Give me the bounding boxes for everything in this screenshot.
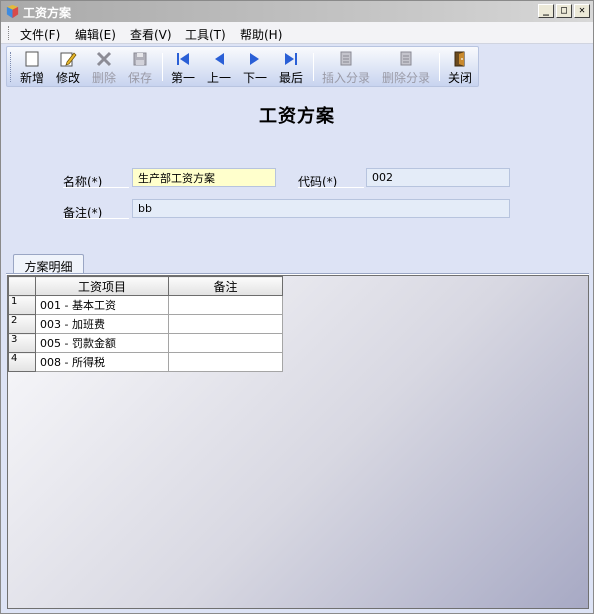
prev-button[interactable]: 上一 <box>204 50 234 86</box>
insert-row-button[interactable]: 插入分录 <box>319 50 373 86</box>
next-icon <box>250 53 259 65</box>
cell-item[interactable]: 003 - 加班费 <box>35 314 169 334</box>
next-button-label: 下一 <box>242 71 267 85</box>
column-header-note[interactable]: 备注 <box>168 276 283 296</box>
next-button[interactable]: 下一 <box>240 50 270 86</box>
menu-bar: 文件(F) 编辑(E) 查看(V) 工具(T) 帮助(H) <box>1 22 593 44</box>
toolbar-grip[interactable] <box>10 52 13 82</box>
table-row[interactable]: 3 005 - 罚款金额 <box>8 333 283 353</box>
row-number[interactable]: 2 <box>8 314 36 334</box>
save-button[interactable]: 保存 <box>125 50 155 86</box>
code-field[interactable] <box>366 168 510 187</box>
menu-help[interactable]: 帮助(H) <box>240 26 282 43</box>
new-button[interactable]: 新增 <box>17 50 47 86</box>
table-row[interactable]: 2 003 - 加班费 <box>8 314 283 334</box>
title-bar[interactable]: 工资方案 _ □ ✕ <box>1 1 593 22</box>
table-row[interactable]: 4 008 - 所得税 <box>8 352 283 372</box>
label-underline <box>63 218 129 219</box>
save-icon <box>133 52 147 66</box>
label-underline <box>298 187 364 188</box>
name-field[interactable] <box>132 168 276 187</box>
cell-note[interactable] <box>168 352 283 372</box>
delete-row-button[interactable]: 删除分录 <box>379 50 433 86</box>
row-number[interactable]: 4 <box>8 352 36 372</box>
detail-grid-area[interactable]: 工资项目 备注 1 001 - 基本工资 2 003 - 加班费 3 005 - <box>7 275 589 609</box>
insert-row-icon <box>340 51 352 66</box>
first-button[interactable]: 第一 <box>168 50 198 86</box>
cell-note[interactable] <box>168 314 283 334</box>
new-doc-icon <box>25 51 39 67</box>
delete-row-label: 删除分录 <box>381 71 430 85</box>
prev-button-label: 上一 <box>206 71 231 85</box>
tab-scheme-detail[interactable]: 方案明细 <box>13 254 84 275</box>
new-button-label: 新增 <box>19 71 44 85</box>
label-underline <box>63 187 129 188</box>
table-row[interactable]: 1 001 - 基本工资 <box>8 295 283 315</box>
toolbar: 新增 修改 删除 保存 第一 上一 下一 最后 插入分录 删除分录 关闭 <box>6 46 479 87</box>
first-button-label: 第一 <box>170 71 195 85</box>
grid-corner[interactable] <box>8 276 36 296</box>
menu-view[interactable]: 查看(V) <box>130 26 172 43</box>
menu-grip[interactable] <box>8 26 11 40</box>
edit-icon <box>60 52 77 67</box>
edit-button-label: 修改 <box>55 71 80 85</box>
cell-note[interactable] <box>168 333 283 353</box>
note-field[interactable] <box>132 199 510 218</box>
prev-icon <box>215 53 224 65</box>
cell-note[interactable] <box>168 295 283 315</box>
delete-icon <box>96 51 112 67</box>
menu-file[interactable]: 文件(F) <box>20 26 60 43</box>
toolbar-separator <box>313 53 314 81</box>
menu-tools[interactable]: 工具(T) <box>185 26 226 43</box>
close-form-label: 关闭 <box>447 71 472 85</box>
close-door-icon <box>454 51 465 67</box>
delete-button-label: 删除 <box>91 71 116 85</box>
window-title: 工资方案 <box>23 6 72 20</box>
last-icon <box>285 53 297 65</box>
cell-item[interactable]: 001 - 基本工资 <box>35 295 169 315</box>
insert-row-label: 插入分录 <box>321 71 370 85</box>
app-window: 工资方案 _ □ ✕ 文件(F) 编辑(E) 查看(V) 工具(T) 帮助(H)… <box>0 0 594 614</box>
close-button[interactable]: ✕ <box>574 4 590 18</box>
minimize-button[interactable]: _ <box>538 4 554 18</box>
row-number[interactable]: 3 <box>8 333 36 353</box>
save-button-label: 保存 <box>127 71 152 85</box>
close-form-button[interactable]: 关闭 <box>445 50 475 86</box>
edit-button[interactable]: 修改 <box>53 50 83 86</box>
column-header-item[interactable]: 工资项目 <box>35 276 169 296</box>
form-title: 工资方案 <box>259 106 335 127</box>
last-button-label: 最后 <box>278 71 303 85</box>
cell-item[interactable]: 005 - 罚款金额 <box>35 333 169 353</box>
toolbar-separator <box>439 53 440 81</box>
row-number[interactable]: 1 <box>8 295 36 315</box>
app-icon <box>6 4 19 19</box>
last-button[interactable]: 最后 <box>276 50 306 86</box>
detail-grid: 工资项目 备注 1 001 - 基本工资 2 003 - 加班费 3 005 - <box>8 276 283 372</box>
menu-edit[interactable]: 编辑(E) <box>75 26 116 43</box>
cell-item[interactable]: 008 - 所得税 <box>35 352 169 372</box>
maximize-button[interactable]: □ <box>556 4 572 18</box>
first-icon <box>177 53 189 65</box>
delete-row-icon <box>400 51 412 66</box>
delete-button[interactable]: 删除 <box>89 50 119 86</box>
toolbar-separator <box>162 53 163 81</box>
